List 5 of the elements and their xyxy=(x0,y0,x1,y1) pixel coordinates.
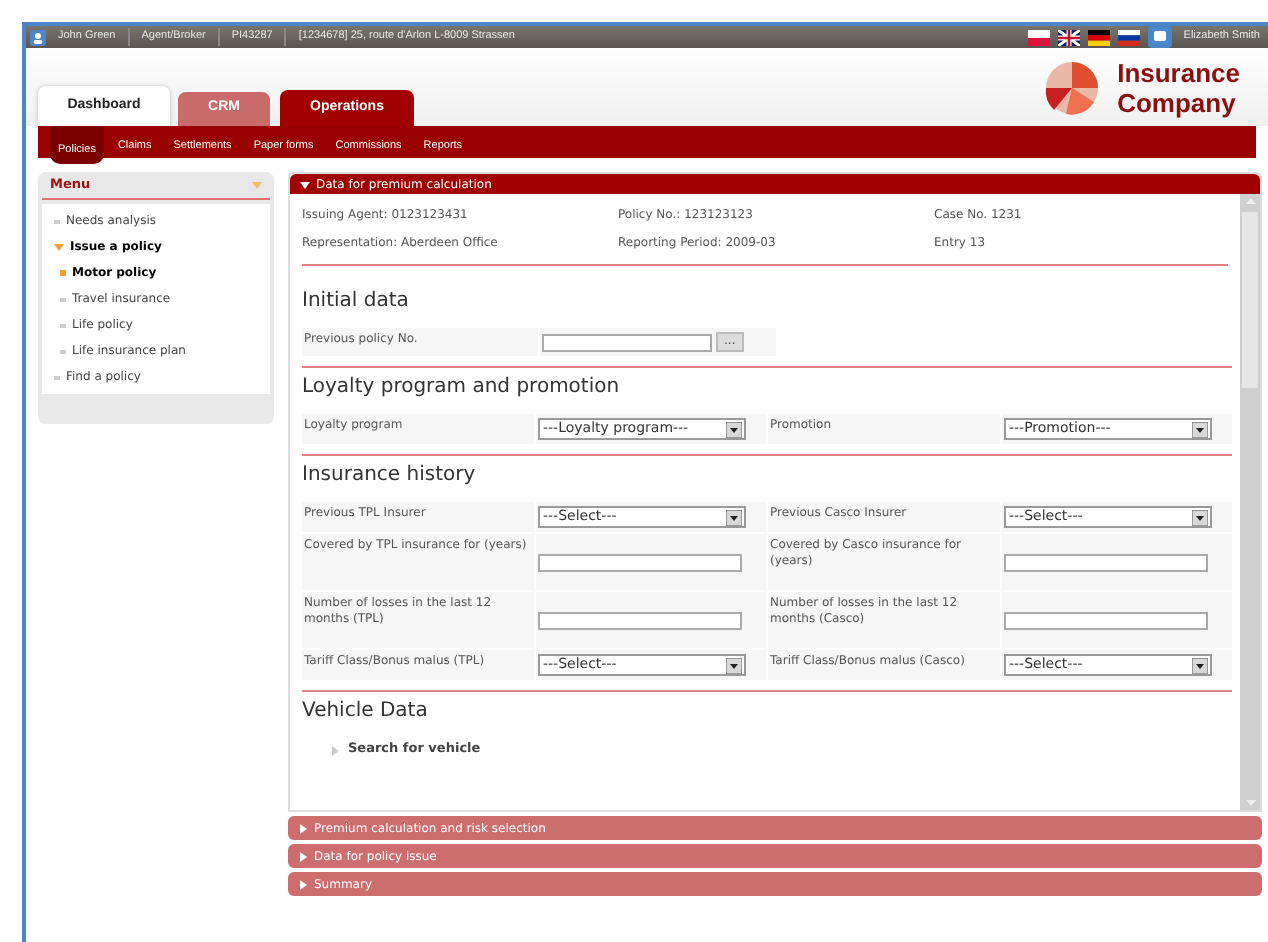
section-title: Vehicle Data xyxy=(302,698,430,726)
section-title: Insurance history xyxy=(302,462,478,490)
company-name: Insurance Company xyxy=(1117,58,1240,118)
section-title: Loyalty program and promotion xyxy=(302,374,622,402)
section-title: Initial data xyxy=(302,288,411,316)
